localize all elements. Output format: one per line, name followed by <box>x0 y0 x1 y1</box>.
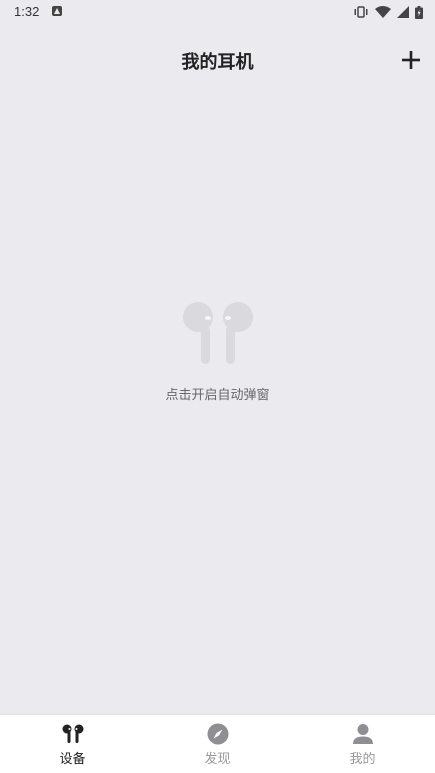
status-bar: 1:32 <box>0 0 435 24</box>
bottom-nav: 设备 发现 我的 <box>0 714 435 773</box>
tab-me-label: 我的 <box>349 752 376 767</box>
header: 我的耳机 <box>0 38 435 82</box>
compass-icon <box>207 723 228 745</box>
status-icons <box>353 5 423 19</box>
tab-devices-label: 设备 <box>59 752 86 767</box>
empty-state[interactable]: 点击开启自动弹窗 <box>0 298 435 403</box>
plus-icon <box>402 51 420 69</box>
battery-charging-icon <box>415 5 423 19</box>
notification-icon <box>52 6 62 16</box>
person-icon <box>352 724 373 744</box>
earbuds-icon <box>182 302 253 364</box>
vibrate-icon <box>354 6 368 18</box>
tab-me[interactable]: 我的 <box>290 715 435 773</box>
empty-state-text: 点击开启自动弹窗 <box>165 388 270 403</box>
signal-icon <box>397 6 409 18</box>
tab-discover-label: 发现 <box>204 752 231 767</box>
tab-discover[interactable]: 发现 <box>145 715 290 773</box>
status-time: 1:32 <box>14 4 40 19</box>
wifi-icon <box>375 6 391 18</box>
add-button[interactable] <box>399 48 423 72</box>
tab-devices[interactable]: 设备 <box>0 715 145 773</box>
earbuds-icon <box>62 724 83 743</box>
page-title: 我的耳机 <box>181 52 254 73</box>
